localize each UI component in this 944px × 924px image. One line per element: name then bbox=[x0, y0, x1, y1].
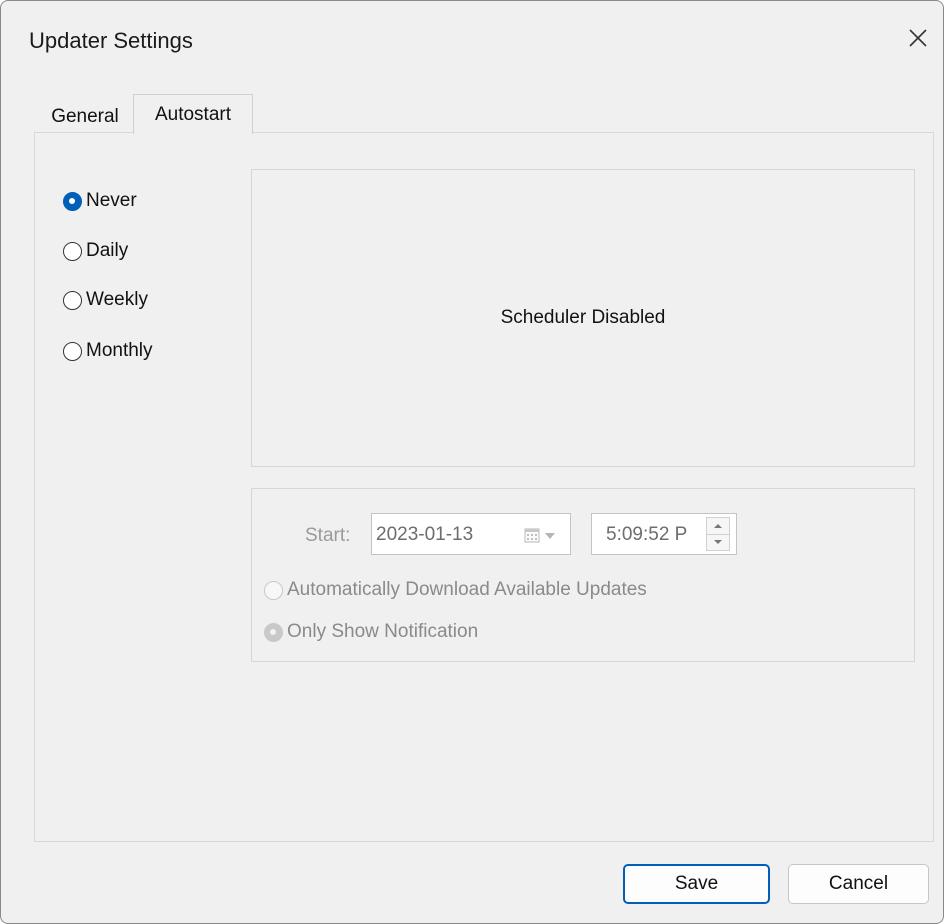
save-button[interactable]: Save bbox=[623, 864, 770, 904]
tab-autostart[interactable]: Autostart bbox=[133, 94, 253, 134]
radio-only-notification-label: Only Show Notification bbox=[287, 621, 479, 642]
start-date-picker[interactable]: 2023-01-13 bbox=[371, 513, 571, 555]
close-icon bbox=[909, 29, 927, 47]
calendar-icon[interactable] bbox=[524, 527, 540, 543]
radio-weekly[interactable]: Weekly bbox=[63, 289, 148, 311]
start-label: Start: bbox=[305, 525, 351, 546]
radio-button[interactable] bbox=[63, 241, 82, 261]
radio-button[interactable] bbox=[63, 290, 82, 310]
radio-button-disabled-checked[interactable] bbox=[264, 622, 283, 642]
radio-never-label: Never bbox=[86, 190, 137, 211]
cancel-button[interactable]: Cancel bbox=[788, 864, 929, 904]
close-button[interactable] bbox=[893, 11, 943, 65]
start-date-value: 2023-01-13 bbox=[376, 524, 474, 545]
spin-up-icon[interactable] bbox=[707, 518, 729, 535]
chevron-down-icon[interactable] bbox=[544, 532, 556, 540]
radio-auto-download[interactable]: Automatically Download Available Updates bbox=[264, 579, 647, 601]
tab-general[interactable]: General bbox=[37, 102, 133, 132]
radio-daily-label: Daily bbox=[86, 240, 129, 261]
dialog-title: Updater Settings bbox=[29, 28, 193, 53]
start-time-picker[interactable]: 5:09:52 P bbox=[591, 513, 737, 555]
radio-daily[interactable]: Daily bbox=[63, 240, 128, 262]
radio-auto-download-label: Automatically Download Available Updates bbox=[287, 579, 647, 600]
start-time-value: 5:09:52 P bbox=[606, 524, 688, 545]
scheduler-status-text: Scheduler Disabled bbox=[500, 307, 666, 328]
radio-monthly[interactable]: Monthly bbox=[63, 340, 153, 362]
radio-button-disabled[interactable] bbox=[264, 580, 283, 600]
radio-monthly-label: Monthly bbox=[86, 340, 153, 361]
radio-weekly-label: Weekly bbox=[86, 289, 148, 310]
spin-down-icon[interactable] bbox=[707, 534, 729, 550]
radio-never[interactable]: Never bbox=[63, 190, 137, 212]
radio-button[interactable] bbox=[63, 341, 82, 361]
time-spinner[interactable] bbox=[706, 517, 730, 551]
radio-button-checked[interactable] bbox=[63, 191, 82, 211]
radio-only-notification[interactable]: Only Show Notification bbox=[264, 621, 478, 643]
updater-settings-dialog: Updater Settings General Autostart Never… bbox=[0, 0, 944, 924]
scheduler-status-panel: Scheduler Disabled bbox=[251, 169, 915, 467]
